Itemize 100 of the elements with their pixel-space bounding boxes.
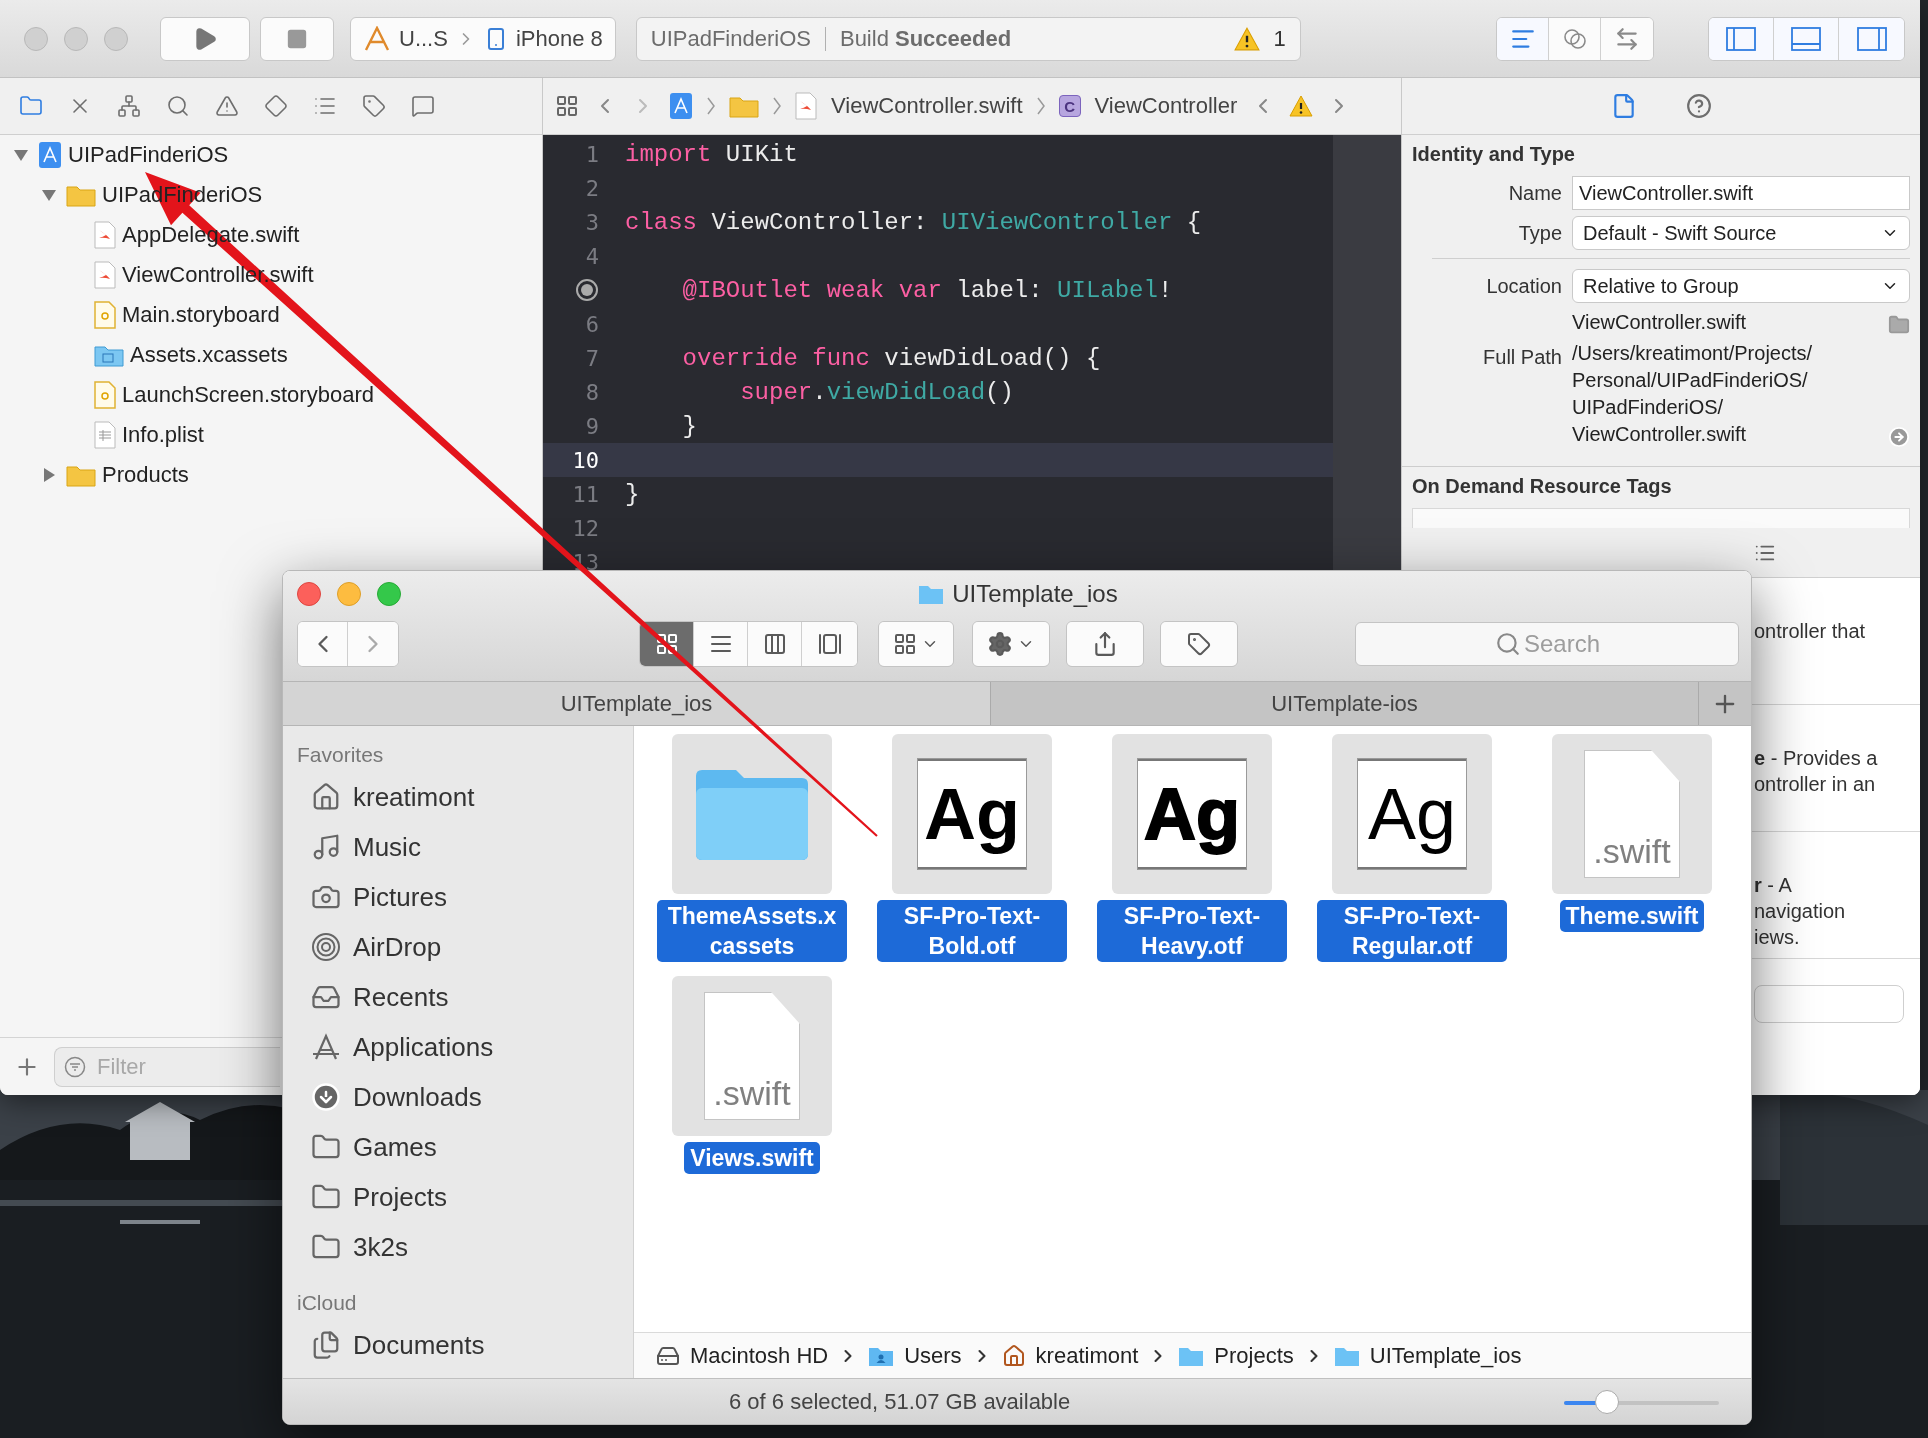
share-button[interactable] — [1067, 622, 1143, 666]
line-number: 7 — [585, 345, 599, 371]
library-description: ontroller that — [1754, 619, 1867, 644]
sidebar-item[interactable]: 3k2s — [353, 1231, 408, 1263]
documents-icon — [311, 1330, 341, 1360]
file-thumbnail[interactable] — [672, 734, 832, 894]
folder-icon — [94, 343, 124, 367]
file-thumbnail[interactable]: Ag — [1112, 734, 1272, 894]
file-name[interactable]: Info.plist — [122, 422, 204, 448]
sidebar-item[interactable]: Pictures — [353, 881, 447, 913]
finder-tab[interactable]: UITemplate_ios — [283, 682, 991, 725]
library-description: r - A — [1754, 873, 1793, 898]
sidebar-item[interactable]: Applications — [353, 1031, 494, 1063]
file-name[interactable]: Views.swift — [684, 1142, 820, 1174]
path-item[interactable]: UITemplate_ios — [1369, 1342, 1522, 1369]
sidebar-item[interactable]: kreatimont — [353, 781, 475, 813]
sidebar-item[interactable]: Downloads — [353, 1081, 482, 1113]
file-thumbnail[interactable]: .swift — [672, 976, 832, 1136]
file-name[interactable]: Assets.xcassets — [130, 342, 288, 368]
file-thumbnail[interactable]: .swift — [1552, 734, 1712, 894]
grid-icon[interactable] — [555, 94, 579, 118]
search-field[interactable]: Search — [1355, 622, 1739, 666]
path-item[interactable]: Projects — [1214, 1342, 1294, 1369]
swift-file-preview: .swift — [704, 992, 800, 1120]
path-item[interactable]: Users — [904, 1342, 962, 1369]
path-item[interactable]: kreatimont — [1035, 1342, 1139, 1369]
minimize-button[interactable] — [337, 582, 361, 606]
slider-thumb[interactable] — [1595, 1390, 1620, 1414]
line-number: 6 — [585, 311, 599, 337]
expanded-triangle-icon[interactable] — [13, 147, 29, 163]
file-name[interactable]: SF-Pro-Text-Heavy.otf — [1097, 900, 1287, 962]
code-line: } — [681, 412, 697, 440]
close-button[interactable] — [297, 582, 321, 606]
tag-icon — [1187, 632, 1211, 656]
breadcrumb-item[interactable]: ViewController.swift — [831, 93, 1023, 119]
type-popup[interactable]: Default - Swift Source — [1572, 216, 1910, 250]
run-button[interactable] — [160, 16, 250, 61]
action-button[interactable] — [973, 622, 1049, 666]
full-path: /Users/kreatimont/Projects/ Personal/UIPadFinderiOS/ UIPadFinderiOS/ ViewController.swift — [1572, 341, 1813, 447]
line-number: 10 — [572, 447, 599, 473]
folder-icon — [18, 94, 43, 118]
breadcrumb-item[interactable]: ViewController — [1094, 93, 1238, 119]
file-name[interactable]: SF-Pro-Text-Bold.otf — [877, 900, 1067, 962]
panel-toggle-button[interactable] — [1839, 17, 1904, 60]
new-tab-button[interactable] — [1699, 682, 1751, 725]
line-number: 4 — [585, 243, 599, 269]
file-name[interactable]: UIPadFinderiOS — [68, 142, 229, 168]
tag-button[interactable] — [1161, 622, 1237, 666]
house-icon — [311, 782, 341, 812]
panel-toggle-button[interactable] — [1774, 17, 1839, 60]
panel-toggle-button[interactable] — [1709, 17, 1774, 60]
group-button[interactable] — [879, 622, 953, 666]
finder-tab[interactable]: UITemplate-ios — [991, 682, 1699, 725]
file-name[interactable]: SF-Pro-Text-Regular.otf — [1317, 900, 1507, 962]
line-number: 11 — [572, 481, 599, 507]
plist-file-icon — [94, 421, 116, 449]
filter-field[interactable]: Filter — [54, 1046, 280, 1087]
editor-mode-button[interactable] — [1497, 17, 1549, 60]
folder-icon — [66, 463, 96, 487]
file-name[interactable]: ThemeAssets.xcassets — [657, 900, 847, 962]
gear-icon — [987, 631, 1013, 657]
chevron-icon — [773, 97, 781, 115]
share-icon — [1092, 631, 1118, 657]
file-name[interactable]: Theme.swift — [1559, 900, 1705, 932]
code-line: class ViewController: UIViewController { — [625, 208, 1202, 236]
library-description: navigation — [1754, 899, 1847, 924]
file-name[interactable]: Main.storyboard — [122, 302, 280, 328]
file-name[interactable]: Products — [102, 462, 189, 488]
stop-button[interactable] — [260, 16, 334, 61]
code-line: super.viewDidLoad() — [739, 378, 1014, 406]
library-filter-field[interactable] — [1754, 985, 1904, 1023]
storyboard-file-icon — [94, 381, 116, 409]
file-thumbnail[interactable]: Ag — [1332, 734, 1492, 894]
folder-icon — [66, 183, 96, 207]
code-line: } — [625, 480, 640, 508]
swift-file-preview: .swift — [1584, 750, 1680, 878]
expanded-triangle-icon[interactable] — [41, 187, 57, 203]
sidebar-item[interactable]: AirDrop — [353, 931, 442, 963]
file-thumbnail[interactable]: Ag — [892, 734, 1052, 894]
location-popup[interactable]: Relative to Group — [1572, 269, 1910, 303]
scheme-selector[interactable]: U...S iPhone 8 — [350, 16, 616, 61]
folder-icon[interactable] — [1888, 314, 1910, 336]
field-label: Full Path — [1482, 345, 1562, 369]
sidebar-item[interactable]: Recents — [353, 981, 449, 1013]
path-item[interactable]: Macintosh HD — [690, 1342, 829, 1369]
font-preview: Ag — [1357, 758, 1467, 870]
file-name[interactable]: LaunchScreen.storyboard — [122, 382, 374, 408]
grid-icon — [654, 632, 679, 656]
sidebar-item[interactable]: Music — [353, 831, 421, 863]
name-field[interactable]: ViewController.swift — [1572, 176, 1910, 210]
sidebar-item[interactable]: Documents — [353, 1329, 485, 1361]
swift-file-icon — [94, 221, 116, 249]
line-number: 2 — [585, 175, 599, 201]
zoom-button[interactable] — [377, 582, 401, 606]
help-icon — [1685, 93, 1712, 119]
section-title: On Demand Resource Tags — [1412, 475, 1673, 498]
back-button[interactable] — [298, 622, 348, 666]
sidebar-item[interactable]: Games — [353, 1131, 437, 1163]
collapsed-triangle-icon[interactable] — [41, 467, 57, 483]
sidebar-item[interactable]: Projects — [353, 1181, 447, 1213]
